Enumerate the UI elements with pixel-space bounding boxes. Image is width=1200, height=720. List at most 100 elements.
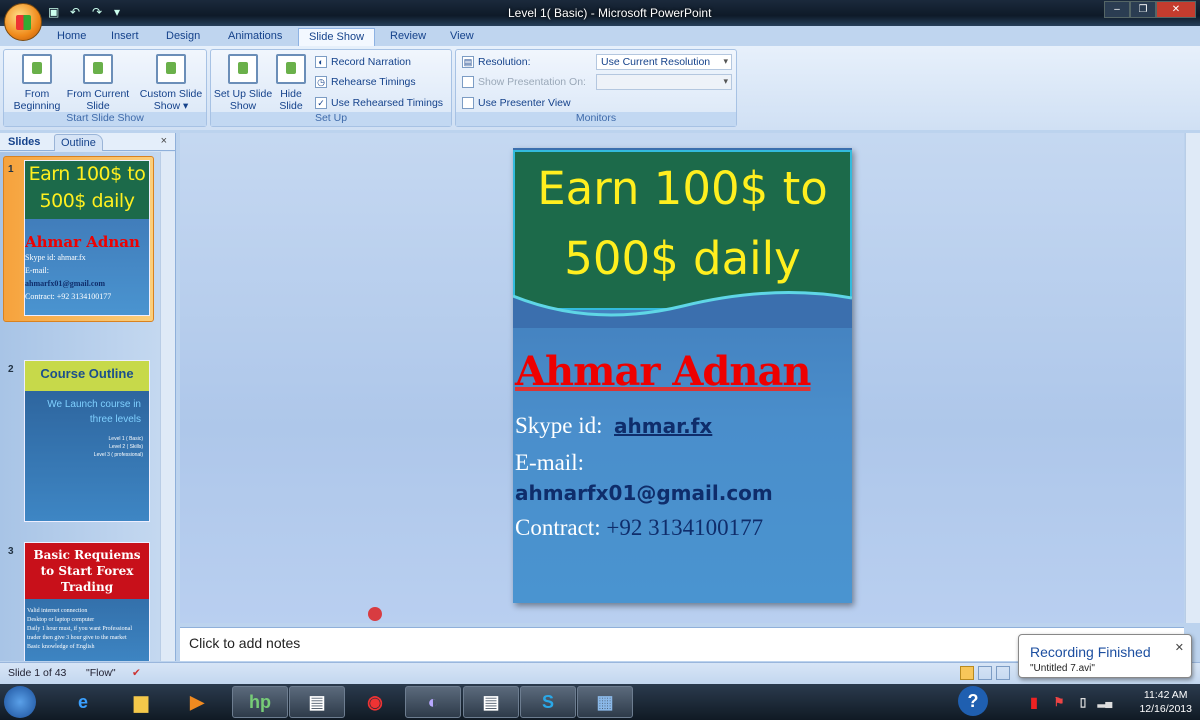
tab-review[interactable]: Review xyxy=(390,28,426,46)
normal-view-icon[interactable] xyxy=(960,666,974,680)
thumb-level: Level 1 ( Basic) xyxy=(108,436,143,442)
slide-sorter-icon[interactable] xyxy=(978,666,992,680)
document-app-icon[interactable]: ▤ xyxy=(289,686,345,718)
thumb-title: Basic Requiems to Start Forex Trading xyxy=(25,543,149,599)
show-presentation-on-dropdown[interactable] xyxy=(596,74,732,90)
thumb-email: ahmarfx01@gmail.com xyxy=(25,279,106,288)
thumb-contract: Contract: +92 3134100177 xyxy=(25,292,112,301)
resolution-dropdown[interactable]: Use Current Resolution xyxy=(596,54,732,70)
monitor-disabled-icon xyxy=(462,76,474,88)
powerpoint-task-icon[interactable]: ▤ xyxy=(463,686,519,718)
save-icon[interactable]: ▣ xyxy=(48,5,62,19)
monitor-icon: ▤ xyxy=(462,56,474,68)
ribbon: From Beginning From Current Slide Custom… xyxy=(0,46,1200,130)
canvas-scrollbar[interactable] xyxy=(1185,133,1200,623)
skype-icon[interactable]: S xyxy=(520,686,576,718)
monitors-group: ▤Resolution: Use Current Resolution Show… xyxy=(455,49,737,127)
set-up-slide-show-button[interactable]: Set Up Slide Show xyxy=(213,54,273,112)
tab-design[interactable]: Design xyxy=(166,28,200,46)
from-beginning-button[interactable]: From Beginning xyxy=(8,54,66,112)
rehearse-timings-button[interactable]: ◷ Rehearse Timings xyxy=(315,76,416,88)
recorder-tray-icon[interactable]: ▮ xyxy=(1025,686,1043,718)
show-presentation-on-label: Show Presentation On: xyxy=(462,76,586,88)
slide-show-view-icon[interactable] xyxy=(996,666,1010,680)
notes-placeholder[interactable]: Click to add notes xyxy=(189,635,300,651)
record-narration-button[interactable]: ◐ Record Narration xyxy=(315,56,411,68)
undo-icon[interactable]: ↶ xyxy=(70,5,84,19)
media-app-icon[interactable]: ◐ xyxy=(405,686,461,718)
email-label: E-mail: xyxy=(515,450,584,475)
slide-number: 2 xyxy=(8,364,14,375)
tab-view[interactable]: View xyxy=(450,28,474,46)
hide-slide-icon xyxy=(276,54,306,84)
thumb-level: Level 3 ( professional) xyxy=(93,452,143,458)
help-icon[interactable]: ? xyxy=(958,686,988,716)
customize-qat-icon[interactable]: ▾ xyxy=(114,5,128,19)
minimize-button[interactable]: – xyxy=(1104,1,1130,18)
checkbox-checked-icon: ✓ xyxy=(315,97,327,109)
slide-number: 3 xyxy=(8,546,14,557)
group-label: Start Slide Show xyxy=(4,112,206,126)
close-pane-icon[interactable]: × xyxy=(161,135,167,147)
slide-number: 1 xyxy=(8,164,14,175)
tab-outline[interactable]: Outline xyxy=(54,134,103,151)
contract-line: Contract: +92 3134100177 xyxy=(515,515,764,540)
hide-slide-button[interactable]: Hide Slide xyxy=(275,54,307,112)
microphone-icon: ◐ xyxy=(315,56,327,68)
close-notification-icon[interactable]: ✕ xyxy=(1175,641,1184,654)
recording-notification[interactable]: Recording Finished "Untitled 7.avi" ✕ xyxy=(1018,634,1192,678)
group-label: Set Up xyxy=(211,112,451,126)
slide-title[interactable]: Earn 100$ to 500$ daily xyxy=(513,150,852,310)
checkbox-unchecked-icon xyxy=(462,97,474,109)
slide-thumbnail-1[interactable]: Earn 100$ to 500$ daily Ahmar Adnan Skyp… xyxy=(24,160,150,316)
slides-pane-scrollbar[interactable] xyxy=(160,152,175,661)
thumb-email-label: E-mail: xyxy=(25,266,49,275)
skype-link[interactable]: ahmar.fx xyxy=(614,414,712,438)
theme-name: "Flow" xyxy=(86,667,116,679)
office-button[interactable] xyxy=(4,3,42,41)
use-rehearsed-timings-checkbox[interactable]: ✓ Use Rehearsed Timings xyxy=(315,97,443,109)
custom-slide-show-button[interactable]: Custom Slide Show ▾ xyxy=(138,54,204,112)
recorder-app-icon[interactable]: ▦ xyxy=(577,686,633,718)
file-explorer-icon[interactable]: ▆ xyxy=(122,686,160,718)
use-presenter-view-checkbox[interactable]: Use Presenter View xyxy=(462,97,571,109)
system-clock[interactable]: 11:42 AM 12/16/2013 xyxy=(1139,688,1192,716)
tab-home[interactable]: Home xyxy=(57,28,86,46)
start-slide-show-group: From Beginning From Current Slide Custom… xyxy=(3,49,207,127)
slide-thumbnail-3[interactable]: Basic Requiems to Start Forex Trading Va… xyxy=(24,542,150,661)
email-value: ahmarfx01@gmail.com xyxy=(515,481,773,505)
from-current-slide-button[interactable]: From Current Slide xyxy=(66,54,130,112)
action-center-icon[interactable]: ⚑ xyxy=(1050,686,1068,718)
window-title: Level 1( Basic) - Microsoft PowerPoint xyxy=(508,6,712,20)
start-button[interactable] xyxy=(4,686,36,718)
hp-app-icon[interactable]: hp xyxy=(232,686,288,718)
redo-icon[interactable]: ↷ xyxy=(92,5,106,19)
resolution-label: ▤ Resolution: xyxy=(462,56,531,68)
slides-pane: Slides Outline × 1 Earn 100$ to 500$ dai… xyxy=(0,133,176,661)
media-player-icon[interactable]: ▶ xyxy=(178,686,216,718)
thumb-skype: Skype id: ahmar.fx xyxy=(25,253,86,262)
thumb-level: Level 2 ( Skills) xyxy=(109,444,143,450)
tab-insert[interactable]: Insert xyxy=(111,28,139,46)
slide-thumbnail-2[interactable]: Course Outline We Launch course in three… xyxy=(24,360,150,522)
battery-icon[interactable]: ▯ xyxy=(1074,686,1092,718)
tab-slide-show[interactable]: Slide Show xyxy=(298,28,376,46)
tab-slides[interactable]: Slides xyxy=(2,134,46,150)
set-up-group: Set Up Slide Show Hide Slide ◐ Record Nar… xyxy=(210,49,452,127)
network-icon[interactable]: ▂▄ xyxy=(1096,686,1114,718)
spell-check-icon[interactable]: ✔ xyxy=(132,667,141,679)
notification-title: Recording Finished xyxy=(1030,644,1151,660)
internet-explorer-icon[interactable]: e xyxy=(64,686,102,718)
presenter-name: Ahmar Adnan xyxy=(515,348,811,395)
thumb-bullet: Desktop or laptop computer xyxy=(27,617,95,623)
tab-animations[interactable]: Animations xyxy=(228,28,282,46)
chrome-icon[interactable]: ◉ xyxy=(356,686,394,718)
restore-button[interactable]: ❐ xyxy=(1130,1,1156,18)
title-bar: ▣ ↶ ↷ ▾ Level 1( Basic) - Microsoft Powe… xyxy=(0,0,1200,26)
projector-icon xyxy=(83,54,113,84)
setup-icon xyxy=(228,54,258,84)
stopwatch-icon: ◷ xyxy=(315,76,327,88)
current-slide[interactable]: Earn 100$ to 500$ daily Ahmar Adnan Skyp… xyxy=(513,148,852,603)
close-button[interactable]: ✕ xyxy=(1156,1,1196,18)
ribbon-tabs: Home Insert Design Animations Slide Show… xyxy=(0,26,1200,46)
